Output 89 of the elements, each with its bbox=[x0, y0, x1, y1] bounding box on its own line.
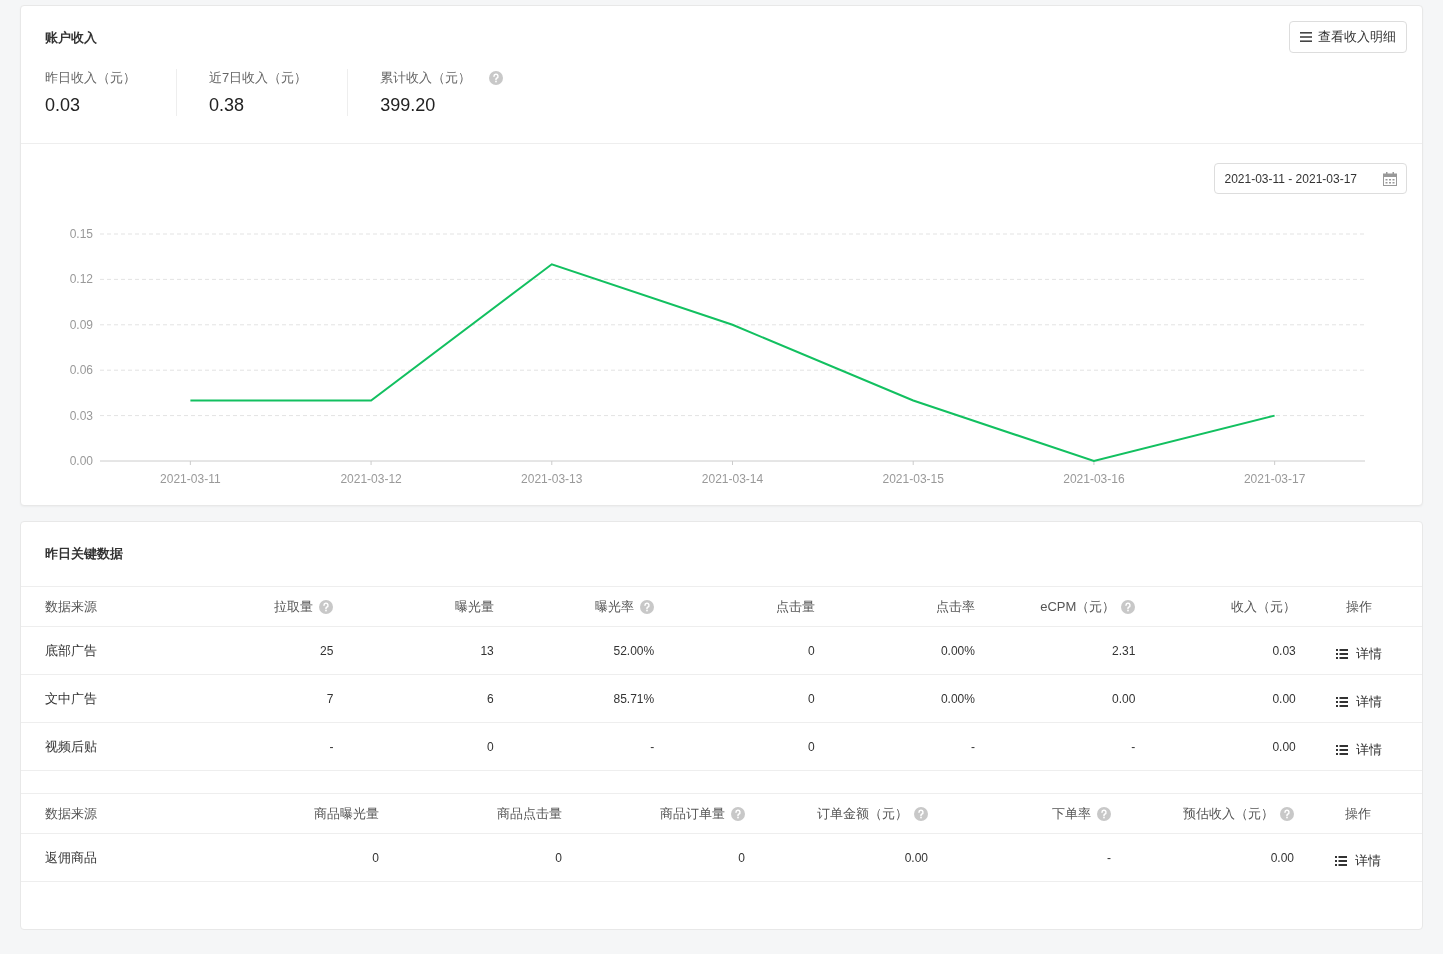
help-icon[interactable] bbox=[1280, 806, 1294, 821]
column-header: eCPM（元） bbox=[1040, 597, 1116, 616]
column-header: 点击率 bbox=[935, 597, 975, 616]
column-header: 操作 bbox=[1345, 597, 1372, 616]
detail-link[interactable]: 详情 bbox=[1335, 740, 1382, 759]
table-cell: 0.00 bbox=[1270, 850, 1294, 865]
list-icon bbox=[1335, 696, 1348, 707]
detail-link[interactable]: 详情 bbox=[1335, 851, 1381, 870]
table-cell: - bbox=[1131, 739, 1136, 754]
y-tick-label: 0.06 bbox=[69, 363, 93, 378]
stat-value: 0.03 bbox=[45, 95, 82, 116]
help-icon[interactable] bbox=[319, 599, 334, 614]
y-tick-label: 0.00 bbox=[69, 454, 93, 468]
y-tick-label: 0.12 bbox=[69, 272, 93, 287]
stat-value: 399.20 bbox=[380, 95, 437, 116]
table-cell: 0 bbox=[487, 739, 494, 754]
table-cell: 13 bbox=[480, 643, 494, 658]
table-cell: 0 bbox=[555, 850, 562, 865]
calendar-icon bbox=[1383, 171, 1397, 186]
column-header: 预估收入（元） bbox=[1183, 804, 1274, 823]
x-tick-label: 2021-03-15 bbox=[882, 472, 944, 486]
x-tick-label: 2021-03-16 bbox=[1063, 472, 1125, 486]
card-title: 昨日关键数据 bbox=[44, 545, 124, 563]
column-header: 订单金额（元） bbox=[817, 804, 908, 823]
table-cell: 文中广告 bbox=[45, 689, 97, 708]
column-header: 下单率 bbox=[1052, 804, 1091, 823]
help-icon[interactable] bbox=[1097, 806, 1111, 821]
table-cell: 7 bbox=[326, 691, 334, 706]
column-header: 数据来源 bbox=[45, 597, 97, 616]
table-cell: 底部广告 bbox=[45, 641, 97, 660]
menu-icon bbox=[1300, 32, 1312, 42]
column-header: 操作 bbox=[1345, 804, 1371, 823]
table-cell: 视频后贴 bbox=[45, 737, 97, 756]
help-icon[interactable] bbox=[914, 806, 928, 821]
table-cell: 0.00% bbox=[940, 691, 975, 706]
x-tick-label: 2021-03-11 bbox=[160, 472, 221, 486]
table-cell: 0 bbox=[807, 739, 815, 754]
x-tick-label: 2021-03-13 bbox=[521, 472, 583, 486]
column-header: 商品点击量 bbox=[497, 804, 562, 823]
table-cell: - bbox=[970, 739, 975, 754]
table-cell: 0 bbox=[807, 643, 815, 658]
help-icon[interactable] bbox=[1121, 599, 1136, 614]
income-detail-button[interactable]: 查看收入明细 bbox=[1289, 21, 1407, 53]
column-header: 曝光量 bbox=[454, 597, 494, 616]
table-cell: 85.71% bbox=[613, 691, 655, 706]
table-cell: 0.00 bbox=[904, 850, 928, 865]
stat-label: 近7日收入（元） bbox=[209, 69, 308, 87]
help-icon[interactable] bbox=[731, 806, 745, 821]
date-range-field[interactable]: 2021-03-11 - 2021-03-17 bbox=[1214, 163, 1407, 194]
table-cell: 0 bbox=[738, 850, 745, 865]
x-tick-label: 2021-03-14 bbox=[701, 472, 764, 486]
table-cell: 返佣商品 bbox=[45, 848, 97, 867]
table-cell: 52.00% bbox=[613, 643, 655, 658]
table-cell: 2.31 bbox=[1112, 643, 1136, 658]
stat-value: 0.38 bbox=[209, 95, 246, 116]
x-tick-label: 2021-03-12 bbox=[340, 472, 402, 486]
list-icon bbox=[1335, 648, 1348, 659]
table-cell: 0 bbox=[807, 691, 815, 706]
table-cell: 0.03 bbox=[1272, 643, 1296, 658]
list-icon bbox=[1335, 744, 1348, 755]
column-header: 点击量 bbox=[775, 597, 815, 616]
table-cell: 0 bbox=[372, 850, 379, 865]
column-header: 曝光率 bbox=[595, 597, 635, 616]
stat-label: 累计收入（元） bbox=[380, 69, 472, 87]
column-header: 商品曝光量 bbox=[314, 804, 379, 823]
table-cell: 0.00 bbox=[1272, 739, 1296, 754]
detail-link[interactable]: 详情 bbox=[1335, 692, 1382, 711]
help-icon[interactable] bbox=[640, 599, 655, 614]
table-cell: 6 bbox=[487, 691, 494, 706]
stat-label: 昨日收入（元） bbox=[45, 69, 136, 87]
y-tick-label: 0.09 bbox=[69, 317, 93, 332]
column-header: 拉取量 bbox=[274, 597, 314, 616]
table-cell: 0.00 bbox=[1272, 691, 1296, 706]
y-tick-label: 0.03 bbox=[69, 408, 93, 423]
table-cell: 25 bbox=[320, 643, 334, 658]
help-icon[interactable] bbox=[489, 71, 504, 85]
x-tick-label: 2021-03-17 bbox=[1243, 472, 1306, 486]
table-cell: - bbox=[650, 739, 655, 754]
detail-link[interactable]: 详情 bbox=[1335, 644, 1382, 663]
table-cell: - bbox=[1107, 850, 1111, 865]
table-cell: - bbox=[329, 739, 334, 754]
column-header: 商品订单量 bbox=[660, 804, 725, 823]
table-cell: 0.00% bbox=[940, 643, 975, 658]
y-tick-label: 0.15 bbox=[69, 227, 93, 241]
column-header: 收入（元） bbox=[1230, 597, 1296, 616]
card-title: 账户收入 bbox=[45, 29, 98, 47]
list-icon bbox=[1335, 855, 1347, 866]
table-cell: 0.00 bbox=[1112, 691, 1136, 706]
column-header: 数据来源 bbox=[45, 804, 97, 823]
